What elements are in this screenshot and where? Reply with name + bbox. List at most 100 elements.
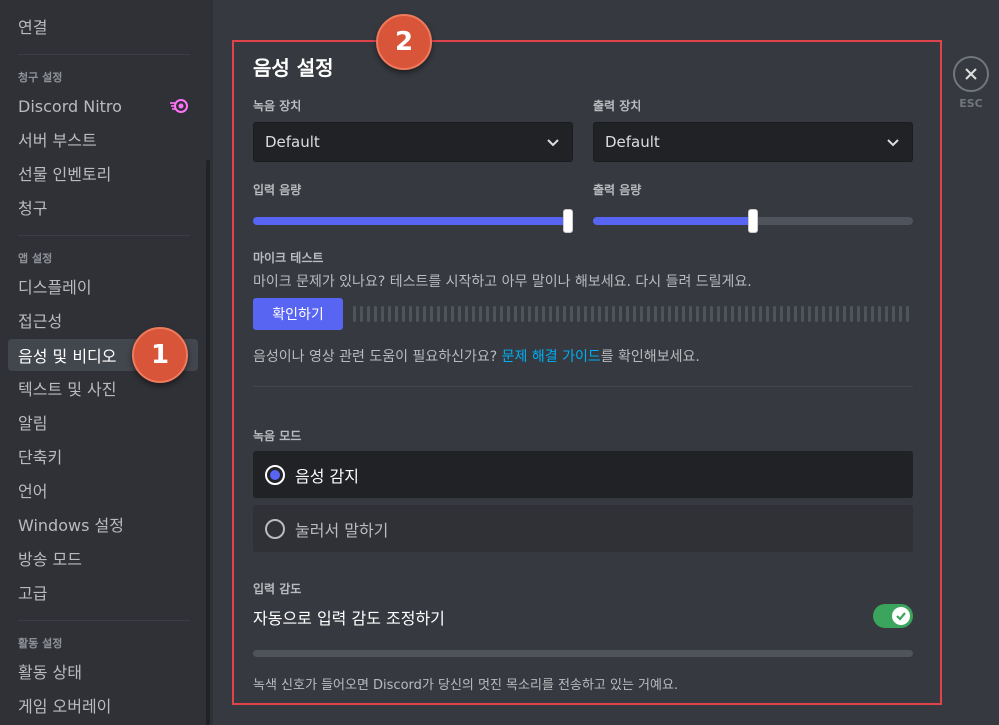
output-volume-fill <box>593 217 753 225</box>
auto-sensitivity-label: 자동으로 입력 감도 조정하기 <box>253 609 445 628</box>
meter-bar <box>892 306 895 322</box>
mic-test-label: 마이크 테스트 <box>253 251 324 265</box>
troubleshooting-guide-link[interactable]: 문제 해결 가이드 <box>502 349 601 365</box>
sidebar-header-billing: 청구 설정 <box>18 71 63 84</box>
sidebar-item-windows-settings[interactable]: Windows 설정 <box>8 508 198 540</box>
sidebar-item-activity-status[interactable]: 활동 상태 <box>8 655 198 687</box>
nitro-icon <box>170 99 188 113</box>
meter-bar <box>521 306 524 322</box>
meter-bar <box>731 306 734 322</box>
meter-bar <box>472 306 475 322</box>
output-device-value: Default <box>605 133 660 151</box>
meter-bar <box>703 306 706 322</box>
meter-bar <box>850 306 853 322</box>
meter-bar <box>416 306 419 322</box>
meter-bar <box>717 306 720 322</box>
meter-bar <box>549 306 552 322</box>
meter-bar <box>465 306 468 322</box>
radio-label: 음성 감지 <box>295 466 359 486</box>
sidebar-item-display[interactable]: 디스플레이 <box>8 270 198 302</box>
sidebar-item-label: 고급 <box>18 584 48 603</box>
radio-push-to-talk[interactable]: 눌러서 말하기 <box>253 505 913 552</box>
sidebar-item-label: 활동 상태 <box>18 663 82 682</box>
output-device-select[interactable]: Default <box>593 122 913 162</box>
sidebar-item-connections[interactable]: 연결 <box>8 10 198 42</box>
meter-bar <box>661 306 664 322</box>
input-volume-handle[interactable] <box>563 209 573 233</box>
step-badge-2: 2 <box>376 14 432 70</box>
meter-bar <box>374 306 377 322</box>
mic-level-meter <box>353 306 909 322</box>
input-mode-label: 녹음 모드 <box>253 429 302 443</box>
sidebar-item-label: 방송 모드 <box>18 550 82 569</box>
output-volume-slider[interactable] <box>593 209 913 233</box>
meter-bar <box>500 306 503 322</box>
help-text-prefix: 음성이나 영상 관련 도움이 필요하신가요? <box>253 349 502 365</box>
meter-bar <box>577 306 580 322</box>
meter-bar <box>724 306 727 322</box>
meter-bar <box>367 306 370 322</box>
meter-bar <box>843 306 846 322</box>
sidebar-item-keybinds[interactable]: 단축키 <box>8 440 198 472</box>
sidebar-divider <box>18 620 190 621</box>
input-device-label: 녹음 장치 <box>253 99 302 113</box>
auto-sensitivity-toggle[interactable] <box>873 604 913 628</box>
toggle-knob <box>892 607 910 625</box>
meter-bar <box>801 306 804 322</box>
meter-bar <box>738 306 741 322</box>
meter-bar <box>479 306 482 322</box>
input-device-select[interactable]: Default <box>253 122 573 162</box>
output-volume-handle[interactable] <box>748 209 758 233</box>
sidebar-item-server-boost[interactable]: 서버 부스트 <box>8 123 198 155</box>
sidebar-item-advanced[interactable]: 고급 <box>8 576 198 608</box>
meter-bar <box>878 306 881 322</box>
meter-bar <box>542 306 545 322</box>
meter-bar <box>829 306 832 322</box>
radio-voice-activity[interactable]: 음성 감지 <box>253 451 913 498</box>
meter-bar <box>514 306 517 322</box>
meter-bar <box>773 306 776 322</box>
sidebar-item-language[interactable]: 언어 <box>8 474 198 506</box>
sidebar-item-game-overlay[interactable]: 게임 오버레이 <box>8 689 198 721</box>
close-button[interactable] <box>953 56 989 92</box>
meter-bar <box>535 306 538 322</box>
sidebar-item-label: 게임 오버레이 <box>18 697 112 716</box>
meter-bar <box>710 306 713 322</box>
mic-test-button[interactable]: 확인하기 <box>253 298 343 330</box>
meter-bar <box>647 306 650 322</box>
meter-bar <box>696 306 699 322</box>
meter-bar <box>591 306 594 322</box>
sidebar-item-label: 선물 인벤토리 <box>18 165 112 184</box>
meter-bar <box>598 306 601 322</box>
mic-test-description: 마이크 문제가 있나요? 테스트를 시작하고 아무 말이나 해보세요. 다시 들… <box>253 274 752 290</box>
sidebar-item-label: 알림 <box>18 414 48 433</box>
sidebar-item-streamer-mode[interactable]: 방송 모드 <box>8 542 198 574</box>
meter-bar <box>570 306 573 322</box>
input-volume-fill <box>253 217 568 225</box>
check-icon <box>896 612 906 621</box>
meter-bar <box>584 306 587 322</box>
sidebar-item-label: 청구 <box>18 199 48 218</box>
sidebar-item-gift-inventory[interactable]: 선물 인벤토리 <box>8 157 198 189</box>
meter-bar <box>528 306 531 322</box>
meter-bar <box>871 306 874 322</box>
sidebar-item-billing[interactable]: 청구 <box>8 191 198 223</box>
meter-bar <box>563 306 566 322</box>
help-text-suffix: 를 확인해보세요. <box>600 349 700 365</box>
meter-bar <box>766 306 769 322</box>
sidebar-item-label: 연결 <box>18 18 48 37</box>
meter-bar <box>885 306 888 322</box>
output-device-label: 출력 장치 <box>593 99 642 113</box>
sidebar-item-nitro[interactable]: Discord Nitro <box>8 90 198 122</box>
meter-bar <box>619 306 622 322</box>
meter-bar <box>640 306 643 322</box>
meter-bar <box>423 306 426 322</box>
meter-bar <box>493 306 496 322</box>
sidebar-item-notifications[interactable]: 알림 <box>8 406 198 438</box>
sidebar-scrollbar[interactable] <box>206 160 210 725</box>
sidebar-item-label: 디스플레이 <box>18 278 92 297</box>
meter-bar <box>458 306 461 322</box>
meter-bar <box>381 306 384 322</box>
input-volume-slider[interactable] <box>253 209 573 233</box>
radio-checked-icon <box>265 464 285 485</box>
